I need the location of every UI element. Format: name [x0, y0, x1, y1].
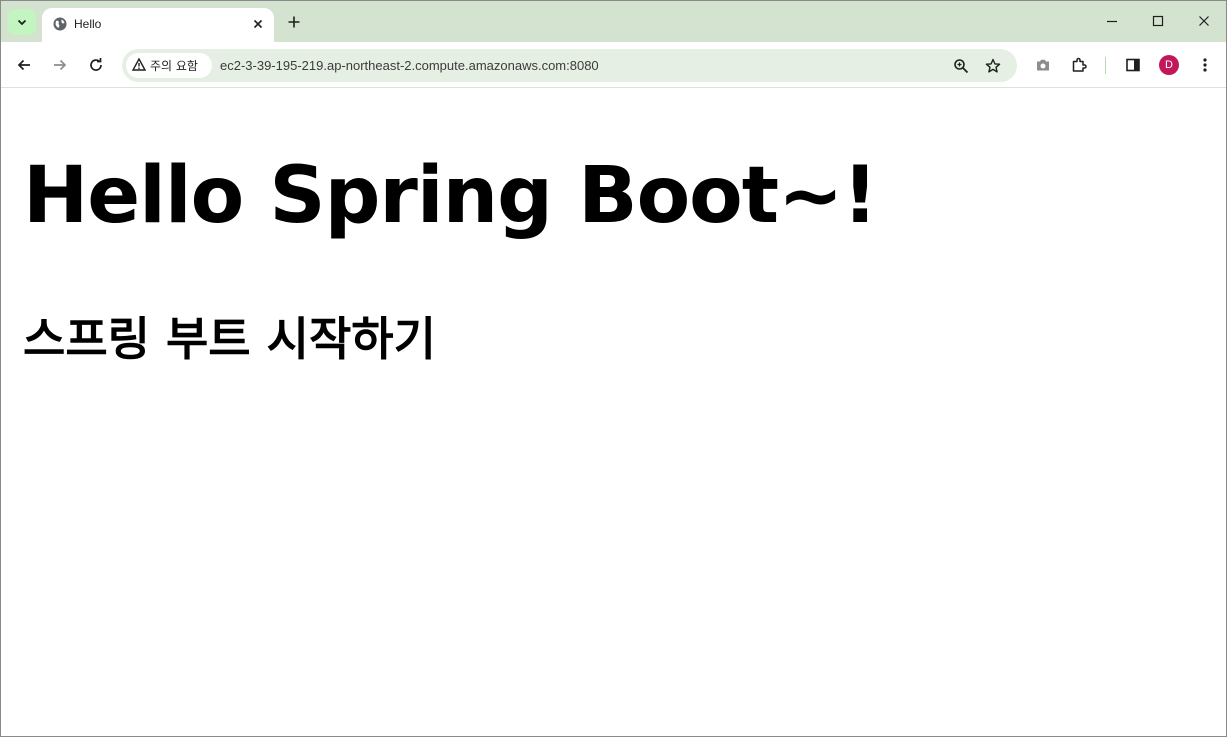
more-vert-icon[interactable]: [1194, 54, 1216, 76]
security-chip-label: 주의 요함: [150, 59, 198, 73]
close-icon[interactable]: [249, 15, 267, 33]
page-content: Hello Spring Boot~! 스프링 부트 시작하기: [1, 89, 1226, 736]
toolbar: 주의 요함 ec2-3-39-195-219.ap-northeast-2.co…: [1, 42, 1226, 88]
maximize-icon[interactable]: [1148, 11, 1168, 31]
camera-icon[interactable]: [1032, 54, 1054, 76]
globe-icon: [52, 16, 68, 32]
star-icon[interactable]: [982, 55, 1004, 77]
side-panel-icon[interactable]: [1122, 54, 1144, 76]
chevron-down-icon[interactable]: [8, 9, 36, 35]
security-chip[interactable]: 주의 요함: [126, 53, 212, 78]
address-bar[interactable]: 주의 요함 ec2-3-39-195-219.ap-northeast-2.co…: [122, 49, 1017, 82]
page-subheading: 스프링 부트 시작하기: [23, 312, 436, 366]
arrow-left-icon[interactable]: [13, 54, 35, 76]
tab-hello[interactable]: Hello: [42, 8, 274, 42]
warning-icon: [131, 56, 147, 75]
toolbar-divider: [1105, 57, 1106, 74]
browser-window: Hello 주의 요함 ec2-3-39-195-219.ap-northeas…: [0, 0, 1227, 737]
url-text[interactable]: ec2-3-39-195-219.ap-northeast-2.compute.…: [220, 58, 599, 73]
tab-title: Hello: [74, 17, 102, 31]
tab-strip: Hello: [1, 1, 1226, 42]
zoom-icon[interactable]: [950, 55, 972, 77]
close-window-icon[interactable]: [1194, 11, 1214, 31]
reload-icon[interactable]: [85, 54, 107, 76]
minimize-icon[interactable]: [1102, 11, 1122, 31]
avatar[interactable]: D: [1159, 55, 1179, 75]
page-heading: Hello Spring Boot~!: [23, 151, 878, 241]
arrow-right-icon[interactable]: [49, 54, 71, 76]
puzzle-icon[interactable]: [1068, 54, 1090, 76]
plus-icon[interactable]: [284, 12, 304, 32]
